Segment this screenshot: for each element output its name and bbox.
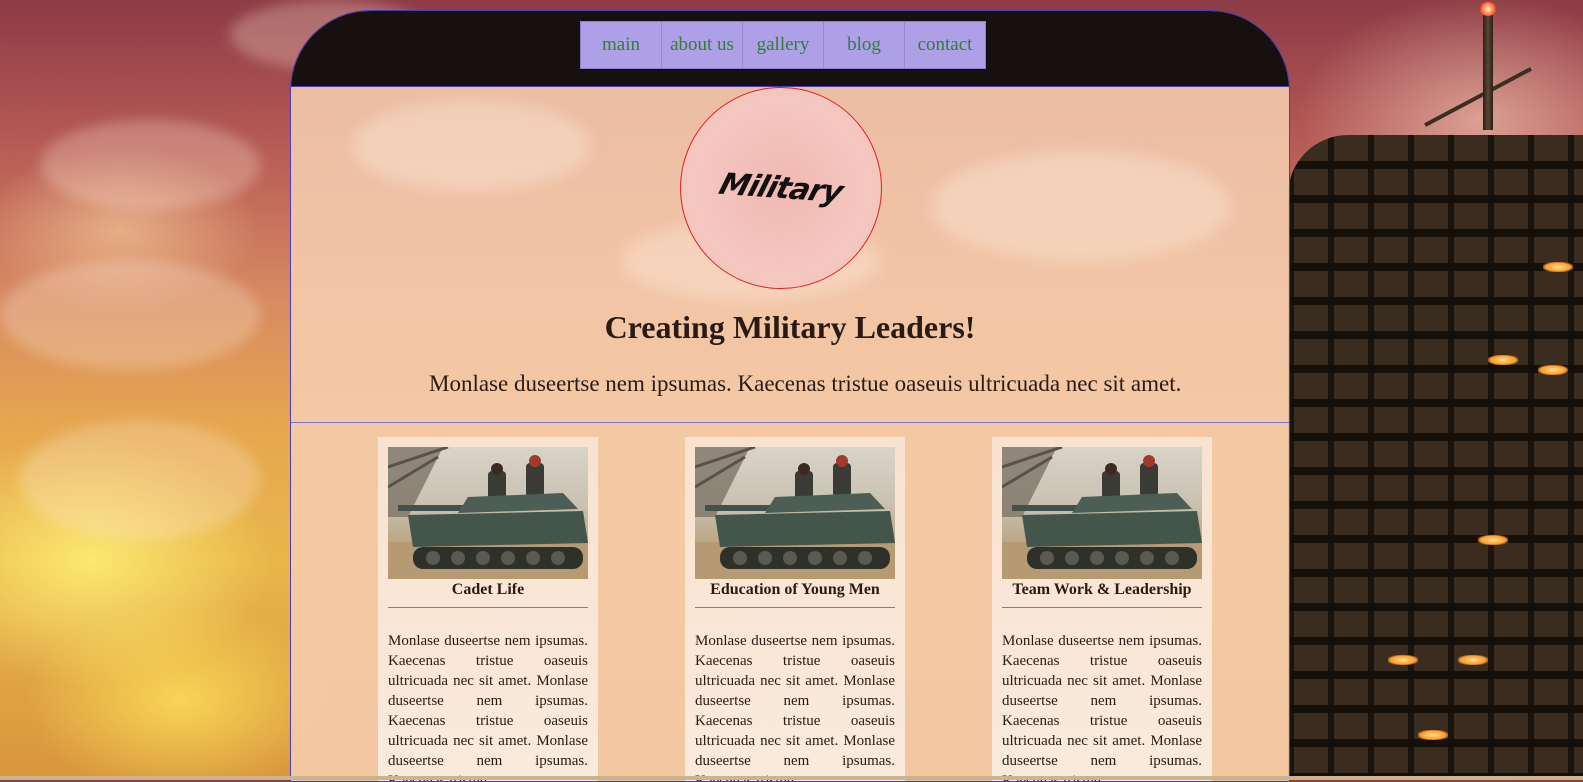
card-body: Monlase duseertse nem ipsumas. Kaecenas … bbox=[388, 633, 588, 781]
site-logo[interactable]: Military bbox=[680, 87, 882, 289]
card-divider bbox=[695, 607, 895, 608]
tower-crane-arm bbox=[1424, 67, 1532, 127]
feature-card: Education of Young Men Monlase duseertse… bbox=[685, 437, 905, 781]
tank-photo[interactable] bbox=[695, 447, 895, 579]
panel-cloud bbox=[351, 101, 591, 191]
main-nav: main about us gallery blog contact bbox=[580, 21, 986, 69]
tower-window-light bbox=[1458, 655, 1488, 665]
tank-photo[interactable] bbox=[1002, 447, 1202, 579]
feature-card: Team Work & Leadership Monlase duseertse… bbox=[992, 437, 1212, 781]
card-title: Education of Young Men bbox=[710, 581, 880, 598]
card-divider bbox=[1002, 607, 1202, 608]
background-cloud bbox=[40, 120, 260, 210]
content-panel: main about us gallery blog contact Milit… bbox=[290, 10, 1290, 782]
tower-window-light bbox=[1388, 655, 1418, 665]
nav-item-contact[interactable]: contact bbox=[905, 22, 985, 68]
tank-illustration bbox=[1002, 447, 1202, 579]
nav-item-about-us[interactable]: about us bbox=[662, 22, 743, 68]
section-divider bbox=[291, 422, 1289, 423]
tower-window-light bbox=[1538, 365, 1568, 375]
tower-window-light bbox=[1418, 730, 1448, 740]
card-title: Cadet Life bbox=[451, 581, 525, 598]
background-tower bbox=[1288, 0, 1583, 780]
card-body: Monlase duseertse nem ipsumas. Kaecenas … bbox=[1002, 633, 1202, 781]
tank-illustration bbox=[695, 447, 895, 579]
tower-window-light bbox=[1488, 355, 1518, 365]
tower-antenna bbox=[1479, 2, 1497, 130]
page-headline: Creating Military Leaders! bbox=[604, 309, 976, 345]
nav-item-main[interactable]: main bbox=[581, 22, 662, 68]
card-body: Monlase duseertse nem ipsumas. Kaecenas … bbox=[695, 633, 895, 781]
nav-item-gallery[interactable]: gallery bbox=[743, 22, 824, 68]
tower-window-light bbox=[1543, 262, 1573, 272]
intro-text: Monlase duseertse nem ipsumas. Kaecenas … bbox=[429, 371, 1182, 396]
browser-bottom-strip bbox=[0, 776, 1583, 780]
site-header: main about us gallery blog contact bbox=[291, 11, 1289, 87]
nav-item-blog[interactable]: blog bbox=[824, 22, 905, 68]
card-title: Team Work & Leadership bbox=[1012, 581, 1192, 598]
tank-photo[interactable] bbox=[388, 447, 588, 579]
tower-window-light bbox=[1478, 535, 1508, 545]
card-divider bbox=[388, 607, 588, 608]
logo-text: Military bbox=[715, 166, 847, 210]
background-cloud bbox=[20, 420, 260, 540]
panel-cloud bbox=[931, 151, 1231, 261]
feature-card: Cadet Life Monlase duseertse nem ipsumas… bbox=[378, 437, 598, 781]
tower-body bbox=[1288, 135, 1583, 780]
tank-illustration bbox=[388, 447, 588, 579]
background-cloud bbox=[0, 260, 260, 370]
